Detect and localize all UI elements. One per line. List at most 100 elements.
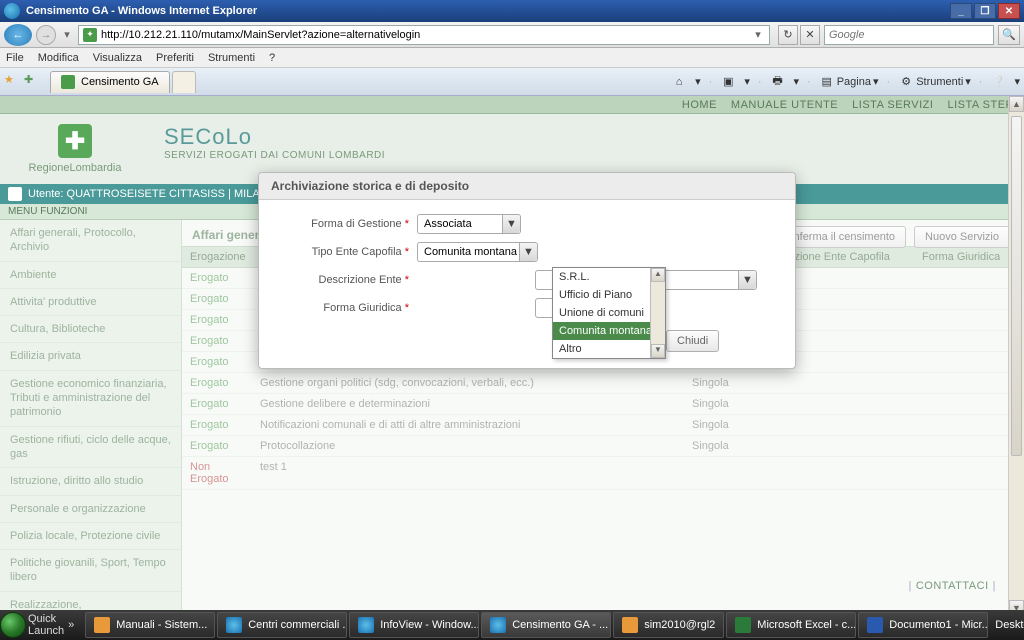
taskbar-item[interactable]: sim2010@rgl2	[613, 612, 724, 638]
menu-visualizza[interactable]: Visualizza	[93, 52, 142, 64]
dropdown-option[interactable]: Altro	[553, 340, 665, 358]
url-dropdown[interactable]: ▾	[751, 28, 765, 41]
cell-tipo	[784, 310, 914, 330]
stop-button[interactable]: ✕	[800, 25, 820, 45]
table-row[interactable]: ErogatoProtocollazioneSingola	[182, 436, 1024, 457]
dropdown-list[interactable]: S.R.L. Ufficio di Piano Unione di comuni…	[552, 267, 666, 359]
label-tipo-ente: Tipo Ente Capofila *	[279, 246, 409, 258]
add-favorite-icon[interactable]: ✚	[24, 73, 42, 91]
sidebar-item[interactable]: Istruzione, diritto allo studio	[0, 468, 181, 495]
sidebar-item[interactable]: Personale e organizzazione	[0, 496, 181, 523]
new-tab-button[interactable]	[172, 71, 196, 93]
address-bar[interactable]: ✦ ▾	[78, 25, 770, 45]
home-icon[interactable]: ⌂	[671, 74, 687, 90]
taskbar-item[interactable]: InfoView - Window...	[349, 612, 479, 638]
scroll-up-icon[interactable]: ▲	[651, 268, 665, 282]
cell-stat	[684, 457, 784, 489]
cell-stat: Singola	[684, 436, 784, 456]
cell-erogazione: Erogato	[182, 436, 252, 456]
chiudi-button[interactable]: Chiudi	[666, 330, 719, 352]
footer-contattaci[interactable]: CONTATTACI	[916, 580, 989, 592]
table-row[interactable]: ErogatoGestione organi politici (sdg, co…	[182, 373, 1024, 394]
select-tipo-ente[interactable]: Comunita montana ▼	[417, 242, 538, 262]
system-tray: Desktop » < 🖧 🛡 🔊 10.42	[989, 617, 1024, 633]
scroll-up-icon[interactable]: ▲	[1009, 96, 1024, 112]
taskbar-item[interactable]: Censimento GA - ...	[481, 612, 611, 638]
cell-erogazione: Non Erogato	[182, 457, 252, 489]
help-icon[interactable]: ❔	[990, 74, 1006, 90]
search-input[interactable]	[829, 29, 989, 41]
sidebar-item[interactable]: Cultura, Biblioteche	[0, 316, 181, 343]
page-menu[interactable]: ▤Pagina ▾	[819, 74, 879, 90]
sidebar-item[interactable]: Affari generali, Protocollo, Archivio	[0, 220, 181, 262]
select-forma-gestione[interactable]: Associata ▼	[417, 214, 521, 234]
tray-desktop[interactable]: Desktop	[995, 619, 1024, 631]
minimize-button[interactable]: _	[950, 3, 972, 19]
nav-lista-servizi[interactable]: LISTA SERVIZI	[852, 99, 933, 111]
maximize-button[interactable]: ❐	[974, 3, 996, 19]
menu-modifica[interactable]: Modifica	[38, 52, 79, 64]
url-input[interactable]	[101, 29, 747, 41]
table-row[interactable]: Non Erogatotest 1	[182, 457, 1024, 490]
nuovo-servizio-button[interactable]: Nuovo Servizio	[914, 226, 1010, 248]
taskbar-item-label: Censimento GA - ...	[512, 619, 608, 631]
menu-preferiti[interactable]: Preferiti	[156, 52, 194, 64]
sidebar-item[interactable]: Gestione economico finanziaria, Tributi …	[0, 371, 181, 427]
taskbar-item[interactable]: Microsoft Excel - c...	[726, 612, 856, 638]
sidebar-item[interactable]: Realizzazione,	[0, 592, 181, 612]
start-button[interactable]	[0, 610, 26, 640]
menu-file[interactable]: File	[6, 52, 24, 64]
table-row[interactable]: ErogatoGestione delibere e determinazion…	[182, 394, 1024, 415]
taskbar-item[interactable]: Centri commerciali ...	[217, 612, 347, 638]
table-row[interactable]: ErogatoNotificazioni comunali e di atti …	[182, 415, 1024, 436]
sidebar-item[interactable]: Gestione rifiuti, ciclo delle acque, gas	[0, 427, 181, 469]
taskbar-item[interactable]: Manuali - Sistem...	[85, 612, 215, 638]
dropdown-scrollbar[interactable]: ▲ ▼	[650, 268, 665, 358]
dropdown-option[interactable]: Unione di comuni	[553, 304, 665, 322]
nav-home[interactable]: HOME	[682, 99, 717, 111]
scroll-down-icon[interactable]: ▼	[651, 344, 665, 358]
tools-menu[interactable]: ⚙Strumenti ▾	[898, 74, 971, 90]
quick-launch[interactable]: Quick Launch »	[26, 613, 80, 637]
favorites-icon[interactable]: ★	[4, 73, 22, 91]
taskbar-item[interactable]: Documento1 - Micr...	[858, 612, 988, 638]
cell-desc: Gestione delibere e determinazioni	[252, 394, 684, 414]
taskbar-item-label: Microsoft Excel - c...	[757, 619, 856, 631]
cell-erogazione: Erogato	[182, 268, 252, 288]
close-button[interactable]: ✕	[998, 3, 1020, 19]
dropdown-option-selected[interactable]: Comunita montana	[553, 322, 665, 340]
sidebar-item[interactable]: Politiche giovanili, Sport, Tempo libero	[0, 550, 181, 592]
scroll-thumb[interactable]	[1011, 116, 1022, 456]
browser-tab[interactable]: Censimento GA	[50, 71, 170, 93]
taskbar-item-label: Documento1 - Micr...	[889, 619, 988, 631]
menu-help[interactable]: ?	[269, 52, 275, 64]
browser-search[interactable]	[824, 25, 994, 45]
sidebar-item[interactable]: Edilizia privata	[0, 343, 181, 370]
taskbar-item-label: sim2010@rgl2	[644, 619, 715, 631]
browser-navbar: ← → ▾ ✦ ▾ ↻ ✕ 🔍	[0, 22, 1024, 48]
sidebar-item[interactable]: Ambiente	[0, 262, 181, 289]
refresh-button[interactable]: ↻	[778, 25, 798, 45]
chevron-down-icon[interactable]: ▼	[502, 215, 520, 233]
app-icon	[622, 617, 638, 633]
forward-button[interactable]: →	[36, 25, 56, 45]
cell-tipo	[784, 436, 914, 456]
print-icon[interactable]: 🖶	[770, 74, 786, 90]
gear-icon: ⚙	[898, 74, 914, 90]
sidebar-item[interactable]: Attivita' produttive	[0, 289, 181, 316]
back-button[interactable]: ←	[4, 24, 32, 46]
chevron-down-icon[interactable]: ▼	[738, 271, 756, 289]
nav-manuale[interactable]: MANUALE UTENTE	[731, 99, 838, 111]
chevron-down-icon[interactable]: ▼	[519, 243, 537, 261]
nav-history-dropdown[interactable]: ▾	[60, 28, 74, 41]
sidebar-item[interactable]: Polizia locale, Protezione civile	[0, 523, 181, 550]
rss-icon[interactable]: ▣	[720, 74, 736, 90]
menu-strumenti[interactable]: Strumenti	[208, 52, 255, 64]
search-button[interactable]: 🔍	[998, 25, 1020, 45]
vertical-scrollbar[interactable]: ▲ ▼	[1008, 96, 1024, 616]
cell-tipo	[784, 457, 914, 489]
dropdown-option[interactable]: Ufficio di Piano	[553, 286, 665, 304]
nav-lista-ster[interactable]: LISTA STER	[947, 99, 1014, 111]
dropdown-option[interactable]: S.R.L.	[553, 268, 665, 286]
cell-tipo	[784, 394, 914, 414]
